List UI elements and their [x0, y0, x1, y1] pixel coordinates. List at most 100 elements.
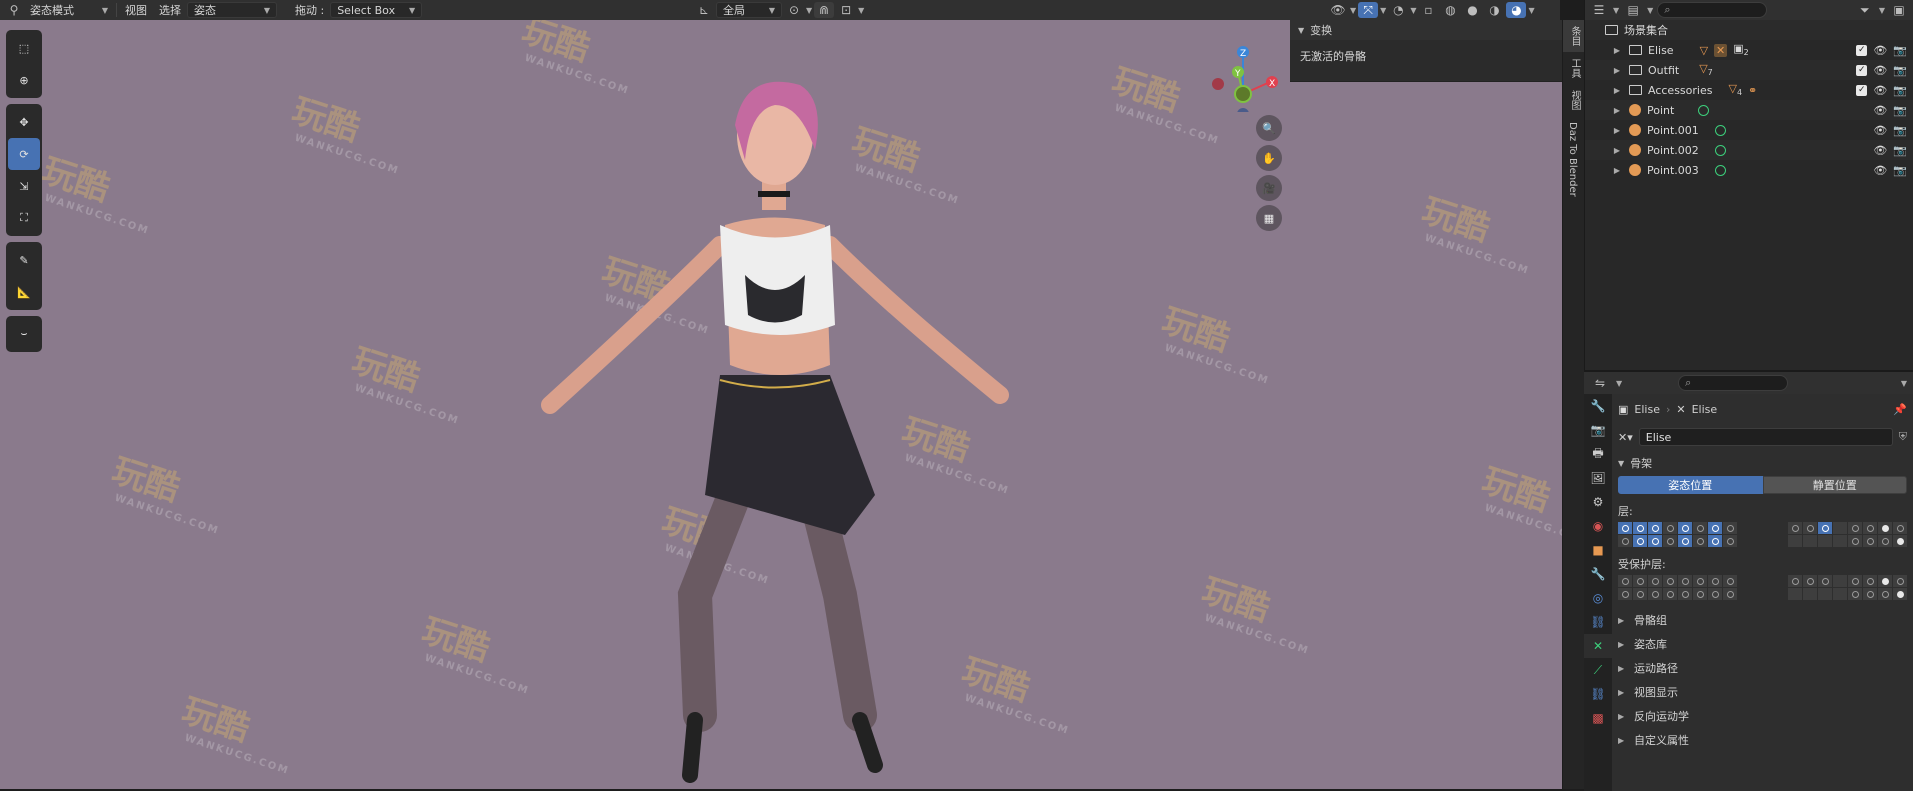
scale-tool-icon[interactable]: ⇲ — [8, 170, 40, 202]
exclude-checkbox[interactable]: ✓ — [1856, 64, 1868, 76]
outliner-item-outfit[interactable]: ▶ Outfit ▽7 ✓ 👁 📷 — [1585, 60, 1913, 80]
pan-hand-icon[interactable]: ✋ — [1256, 145, 1282, 171]
expand-arrow-icon[interactable]: ▶ — [1611, 126, 1623, 135]
world-tab-icon[interactable]: ◉ — [1584, 514, 1612, 538]
display-mode-icon[interactable]: ▤ — [1623, 2, 1643, 18]
move-tool-icon[interactable]: ✥ — [8, 106, 40, 138]
chevron-down-icon[interactable]: ▼ — [1613, 6, 1619, 15]
subpanel-motion-paths[interactable]: ▶ 运动路径 — [1618, 656, 1907, 680]
render-tab-icon[interactable]: 📷 — [1584, 418, 1612, 442]
armature-data-tab-icon[interactable]: ✕ — [1584, 634, 1612, 658]
visibility-icon[interactable]: 👁 — [1328, 2, 1348, 18]
pose-position-button[interactable]: 姿态位置 — [1618, 476, 1763, 494]
mode-dropdown[interactable]: 姿态模式 ▼ — [24, 2, 114, 18]
eye-icon[interactable]: 👁 — [1873, 104, 1887, 117]
wireframe-shading-icon[interactable]: ◍ — [1440, 2, 1460, 18]
transform-orientation-icon[interactable]: ⊾ — [694, 2, 714, 18]
eye-icon[interactable]: 👁 — [1873, 44, 1887, 57]
bone-tab-icon[interactable]: ⟋ — [1584, 658, 1612, 682]
data-block-name-field[interactable]: Elise — [1638, 428, 1893, 446]
tool-tab-icon[interactable]: 🔧 — [1584, 394, 1612, 418]
measure-tool-icon[interactable]: 📐 — [8, 276, 40, 308]
pose-menu-dropdown[interactable]: 姿态 ▼ — [187, 2, 277, 18]
axis-gizmo[interactable]: Z X Y — [1200, 32, 1290, 112]
expand-arrow-icon[interactable]: ▶ — [1611, 166, 1623, 175]
perspective-grid-icon[interactable]: ▦ — [1256, 205, 1282, 231]
pose-curve-tool-icon[interactable]: ⌣ — [8, 318, 40, 350]
tab-view[interactable]: 视图 — [1563, 84, 1586, 116]
outliner-item-elise[interactable]: ▶ Elise ▽ ✕ ▣2 ✓ 👁 📷 — [1585, 40, 1913, 60]
editor-type-icon[interactable]: ☰ — [1589, 2, 1609, 18]
fake-user-shield-icon[interactable]: ⛨ — [1899, 430, 1907, 444]
3d-viewport[interactable]: 玩酷 WANKUCG.COM 玩酷 WANKUCG.COM 玩酷 WANKUCG.CO… — [0, 20, 1562, 789]
chevron-down-icon[interactable]: ▼ — [858, 6, 864, 15]
bone-layer-grid-right[interactable] — [1788, 522, 1907, 547]
rotate-tool-icon[interactable]: ⟳ — [8, 138, 40, 170]
exclude-checkbox[interactable]: ✓ — [1856, 44, 1868, 56]
cursor-tool-icon[interactable]: ⊕ — [8, 64, 40, 96]
camera-view-icon[interactable]: 🎥 — [1256, 175, 1282, 201]
scene-tab-icon[interactable]: ⚙ — [1584, 490, 1612, 514]
camera-icon[interactable]: 📷 — [1893, 144, 1907, 157]
camera-icon[interactable]: 📷 — [1893, 124, 1907, 137]
chevron-down-icon[interactable]: ▼ — [1350, 6, 1356, 15]
tab-tool[interactable]: 工具 — [1563, 52, 1586, 84]
filter-icon[interactable]: ⏷ — [1855, 2, 1875, 18]
output-tab-icon[interactable]: 🖶 — [1584, 442, 1612, 466]
orientation-dropdown[interactable]: 全局 ▼ — [716, 2, 782, 18]
tab-daz-to-blender[interactable]: Daz To Blender — [1563, 116, 1582, 203]
material-shading-icon[interactable]: ◑ — [1484, 2, 1504, 18]
camera-icon[interactable]: 📷 — [1893, 44, 1907, 57]
eye-icon[interactable]: 👁 — [1873, 124, 1887, 137]
exclude-checkbox[interactable]: ✓ — [1856, 84, 1868, 96]
expand-arrow-icon[interactable]: ▶ — [1611, 86, 1623, 95]
physics-tab-icon[interactable]: ◎ — [1584, 586, 1612, 610]
camera-icon[interactable]: 📷 — [1893, 104, 1907, 117]
subpanel-pose-library[interactable]: ▶ 姿态库 — [1618, 632, 1907, 656]
expand-arrow-icon[interactable]: ▶ — [1611, 66, 1623, 75]
eye-icon[interactable]: 👁 — [1873, 64, 1887, 77]
outliner-item-accessories[interactable]: ▶ Accessories ▽4 ⚭ ✓ 👁 📷 — [1585, 80, 1913, 100]
menu-view[interactable]: 视图 — [119, 2, 153, 18]
camera-icon[interactable]: 📷 — [1893, 64, 1907, 77]
rendered-shading-icon[interactable]: ◕ — [1506, 2, 1527, 18]
skeleton-panel-header[interactable]: ▼ 骨架 — [1618, 452, 1907, 474]
outliner-search-input[interactable]: ⌕ — [1657, 2, 1768, 18]
menu-select[interactable]: 选择 — [153, 2, 187, 18]
protected-layer-grid-right[interactable] — [1788, 575, 1907, 600]
chevron-down-icon[interactable]: ▼ — [806, 6, 812, 15]
select-box-dropdown[interactable]: Select Box ▼ — [330, 2, 423, 18]
solid-shading-icon[interactable]: ● — [1462, 2, 1482, 18]
new-collection-icon[interactable]: ▣ — [1889, 2, 1909, 18]
bone-constraint-tab-icon[interactable]: ⛓ — [1584, 682, 1612, 706]
armature-icon[interactable]: ✕▾ — [1618, 431, 1633, 444]
outliner-root[interactable]: 场景集合 — [1585, 20, 1913, 40]
annotate-tool-icon[interactable]: ✎ — [8, 244, 40, 276]
pose-mode-icon[interactable]: ⚲ — [4, 2, 24, 18]
subpanel-bone-groups[interactable]: ▶ 骨骼组 — [1618, 608, 1907, 632]
tab-item[interactable]: 条目 — [1563, 20, 1586, 52]
view-layer-tab-icon[interactable]: 🖼 — [1584, 466, 1612, 490]
overlay-icon[interactable]: ◔ — [1388, 2, 1408, 18]
chevron-down-icon[interactable]: ▼ — [1410, 6, 1416, 15]
chevron-down-icon[interactable]: ▼ — [1616, 379, 1622, 388]
texture-tab-icon[interactable]: ▩ — [1584, 706, 1612, 730]
eye-icon[interactable]: 👁 — [1873, 84, 1887, 97]
snap-target-icon[interactable]: ⊡ — [836, 2, 856, 18]
expand-arrow-icon[interactable]: ▶ — [1611, 106, 1623, 115]
outliner-item-point-002[interactable]: ▶ Point.002 👁 📷 — [1585, 140, 1913, 160]
eye-icon[interactable]: 👁 — [1873, 164, 1887, 177]
chevron-down-icon[interactable]: ▼ — [1647, 6, 1653, 15]
expand-arrow-icon[interactable]: ▶ — [1611, 146, 1623, 155]
camera-icon[interactable]: 📷 — [1893, 84, 1907, 97]
properties-search-input[interactable]: ⌕ — [1678, 375, 1789, 391]
chevron-down-icon[interactable]: ▼ — [1380, 6, 1386, 15]
transform-tool-icon[interactable]: ⛶ — [8, 202, 40, 234]
expand-arrow-icon[interactable]: ▶ — [1611, 46, 1623, 55]
select-box-tool-icon[interactable]: ⬚ — [8, 32, 40, 64]
chevron-down-icon[interactable]: ▼ — [1879, 6, 1885, 15]
zoom-icon[interactable]: 🔍 — [1256, 115, 1282, 141]
subpanel-custom-properties[interactable]: ▶ 自定义属性 — [1618, 728, 1907, 752]
eye-icon[interactable]: 👁 — [1873, 144, 1887, 157]
transform-panel-title[interactable]: 变换 — [1310, 22, 1332, 38]
